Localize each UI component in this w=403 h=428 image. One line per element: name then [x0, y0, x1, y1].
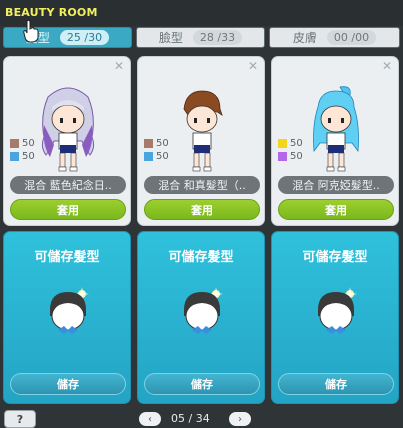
hair-name: 混合 阿克婭髮型.. — [278, 176, 394, 194]
title-bar: BEAUTY ROOM — [0, 0, 403, 26]
close-icon[interactable]: ✕ — [382, 59, 392, 73]
color-swatch — [144, 139, 153, 148]
storable-hair-slot: 可儲存髮型 儲存 — [137, 231, 265, 404]
storable-hair-slot: 可儲存髮型 儲存 — [3, 231, 131, 404]
slot-title: 可儲存髮型 — [302, 250, 368, 265]
tab-face-count: 28 /33 — [192, 30, 243, 45]
slot-title: 可儲存髮型 — [168, 250, 234, 265]
placeholder-head-icon — [50, 287, 89, 334]
pagination-bar: ? ‹ 05 / 34 › — [0, 408, 403, 428]
saved-hair-card: ✕ 50 50 混合 藍色紀念日.. 套用 — [3, 56, 131, 226]
character-avatar — [41, 87, 95, 172]
color-swatch — [278, 139, 287, 148]
tab-skin[interactable]: 皮膚 00 /00 — [269, 27, 400, 48]
placeholder-head-icon — [318, 287, 357, 334]
help-button[interactable]: ? — [4, 410, 36, 428]
next-page-button[interactable]: › — [229, 412, 251, 426]
saved-hair-card: ✕ 50 50 混合 和真髮型（.. 套用 — [137, 56, 265, 226]
color-row: 50 — [278, 138, 303, 149]
color-value: 50 — [290, 138, 303, 149]
placeholder-head-icon — [184, 287, 223, 334]
apply-button[interactable]: 套用 — [278, 199, 394, 220]
color-value: 50 — [290, 151, 303, 162]
tab-skin-count: 00 /00 — [326, 30, 377, 45]
hair-name: 混合 藍色紀念日.. — [10, 176, 126, 194]
color-row: 50 — [144, 138, 169, 149]
store-button[interactable]: 儲存 — [10, 373, 126, 395]
color-row: 50 — [144, 151, 169, 162]
tab-face-label: 臉型 — [158, 31, 183, 45]
apply-button[interactable]: 套用 — [144, 199, 260, 220]
color-row: 50 — [10, 151, 35, 162]
color-row: 50 — [10, 138, 35, 149]
color-swatch — [10, 139, 19, 148]
tab-face[interactable]: 臉型 28 /33 — [136, 27, 265, 48]
hand-cursor-icon — [23, 19, 39, 43]
saved-hair-card: ✕ 50 50 混合 阿克婭髮型.. 套用 — [271, 56, 399, 226]
slot-title: 可儲存髮型 — [34, 250, 100, 265]
color-row: 50 — [278, 151, 303, 162]
close-icon[interactable]: ✕ — [114, 59, 124, 73]
color-value: 50 — [156, 138, 169, 149]
close-icon[interactable]: ✕ — [248, 59, 258, 73]
hair-name: 混合 和真髮型（.. — [144, 176, 260, 194]
color-value: 50 — [22, 151, 35, 162]
color-value: 50 — [22, 138, 35, 149]
color-swatch — [278, 152, 287, 161]
tab-skin-label: 皮膚 — [292, 31, 317, 45]
color-swatch — [144, 152, 153, 161]
store-button[interactable]: 儲存 — [144, 373, 260, 395]
color-value: 50 — [156, 151, 169, 162]
character-avatar — [183, 90, 223, 172]
tab-hair-count: 25 /30 — [59, 30, 110, 45]
prev-page-button[interactable]: ‹ — [139, 412, 161, 426]
color-swatch — [10, 152, 19, 161]
page-indicator: 05 / 34 — [171, 412, 210, 425]
tab-bar: 髮型 25 /30 臉型 28 /33 皮膚 00 /00 — [0, 27, 403, 49]
apply-button[interactable]: 套用 — [10, 199, 126, 220]
storable-hair-slot: 可儲存髮型 儲存 — [271, 231, 399, 404]
character-avatar — [313, 86, 359, 172]
store-button[interactable]: 儲存 — [278, 373, 394, 395]
window-title: BEAUTY ROOM — [5, 6, 98, 19]
